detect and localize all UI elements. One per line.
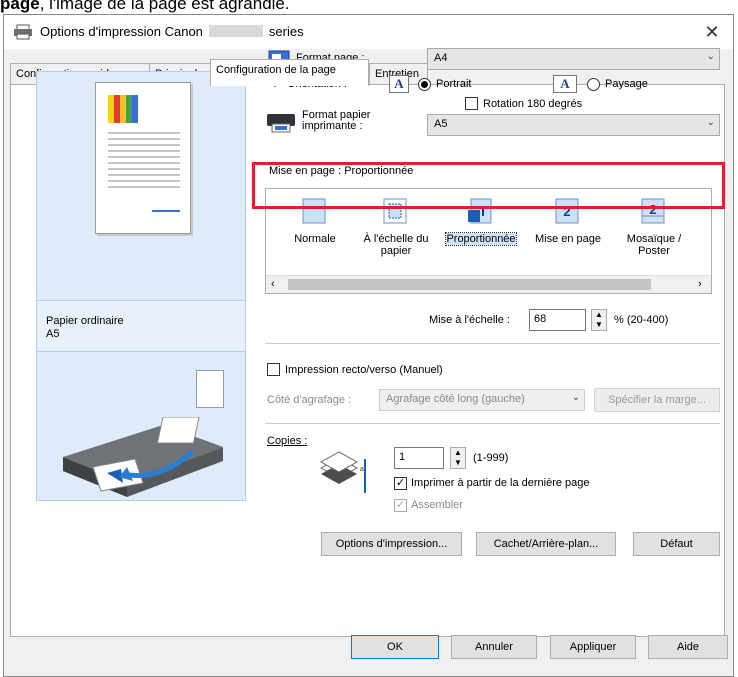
landscape-radio[interactable] [587, 78, 600, 91]
printer-icon [14, 24, 32, 40]
print-options-button[interactable]: Options d'impression... [321, 532, 462, 556]
last-page-first-checkbox[interactable]: ✓ [394, 477, 407, 490]
page-size-select[interactable]: A4 ⌄ [427, 48, 720, 70]
close-button[interactable]: ✕ [697, 19, 727, 45]
scroll-right-icon[interactable]: › [698, 278, 702, 290]
paper-size-label: A5 [46, 328, 60, 340]
portrait-icon: A [389, 75, 409, 93]
page-order-icon: a [360, 459, 366, 493]
divider [265, 343, 720, 344]
help-button[interactable]: Aide [648, 635, 728, 659]
copies-input[interactable]: 1 [394, 447, 444, 469]
last-page-first-label[interactable]: Imprimer à partir de la dernière page [411, 477, 590, 489]
chevron-down-icon: ⌄ [706, 51, 715, 62]
landscape-label[interactable]: Paysage [605, 78, 648, 90]
scaling-spinner[interactable]: ▲ ▼ [591, 309, 607, 331]
copies-range: (1-999) [473, 452, 509, 464]
stamp-background-button[interactable]: Cachet/Arrière-plan... [476, 532, 616, 556]
svg-text:a: a [360, 466, 364, 473]
rotate-180-label[interactable]: Rotation 180 degrés [483, 98, 582, 110]
printer-paper-select[interactable]: A5 ⌄ [427, 114, 720, 136]
copies-spinner[interactable]: ▲ ▼ [450, 447, 466, 469]
preview-column: Papier ordinaire A5 [36, 71, 246, 501]
window-title: Options d'impression Canon series [40, 24, 304, 39]
layout-scrollbar[interactable]: ‹ › [266, 275, 711, 293]
printer-paper-label: Format papier imprimante : [302, 109, 371, 132]
chevron-down-icon: ⌄ [571, 392, 580, 403]
scroll-thumb[interactable] [288, 279, 651, 290]
landscape-icon: A [553, 75, 577, 93]
paper-thumbnail [196, 370, 224, 408]
duplex-label[interactable]: Impression recto/verso (Manuel) [285, 364, 443, 376]
scaling-label: Mise à l'échelle : [429, 314, 510, 326]
cancel-button[interactable]: Annuler [451, 635, 537, 659]
specify-margin-button[interactable]: Spécifier la marge... [594, 388, 720, 412]
printer-illustration [63, 417, 223, 497]
duplex-checkbox[interactable] [267, 363, 280, 376]
chevron-down-icon: ⌄ [706, 117, 715, 128]
portrait-radio[interactable] [418, 78, 431, 91]
media-type-label: Papier ordinaire [46, 315, 124, 327]
portrait-label[interactable]: Portrait [436, 78, 471, 90]
paper-info: Papier ordinaire A5 [37, 300, 245, 352]
printer-paper-icon [267, 114, 295, 133]
collate-checkbox[interactable]: ✓ [394, 499, 407, 512]
page-preview [95, 82, 191, 234]
redacted-model [208, 25, 263, 37]
copies-label: Copies : [267, 435, 308, 447]
divider [265, 423, 720, 424]
collate-label[interactable]: Assembler [411, 499, 463, 511]
print-options-dialog: Options d'impression Canon series ✕ Confi… [3, 14, 734, 677]
preview-image [108, 95, 180, 212]
ok-button[interactable]: OK [351, 635, 439, 659]
scroll-left-icon[interactable]: ‹ [271, 278, 275, 290]
stapling-label: Côté d'agrafage : [267, 394, 352, 406]
title-bar: Options d'impression Canon series ✕ [4, 15, 733, 49]
rotate-180-checkbox[interactable] [465, 97, 478, 110]
copies-stack-icon [319, 451, 359, 484]
highlight-frame [252, 162, 725, 209]
scaling-input[interactable]: 68 [529, 309, 586, 331]
scaling-range: % (20-400) [614, 314, 669, 326]
defaults-button[interactable]: Défaut [633, 532, 720, 556]
stapling-select[interactable]: Agrafage côté long (gauche) ⌄ [379, 389, 585, 411]
tab-page-setup[interactable]: Configuration de la page [210, 59, 369, 86]
apply-button[interactable]: Appliquer [550, 635, 636, 659]
